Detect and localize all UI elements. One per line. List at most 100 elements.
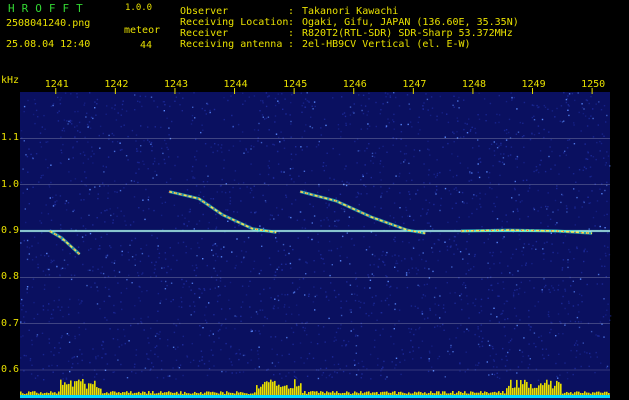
- noise-dot: [267, 96, 269, 98]
- x-tick-label: 1246: [342, 79, 367, 90]
- noise-dot: [561, 267, 564, 269]
- level-bar: [44, 392, 46, 395]
- noise-dot: [445, 271, 447, 273]
- noise-dot: [231, 251, 233, 253]
- noise-dot: [223, 118, 225, 121]
- noise-dot: [551, 150, 553, 153]
- noise-dot: [215, 213, 217, 216]
- noise-dot: [262, 102, 264, 104]
- noise-dot: [250, 163, 252, 165]
- noise-dot: [231, 114, 233, 117]
- noise-dot: [28, 247, 31, 249]
- noise-dot: [531, 262, 533, 265]
- noise-dot: [368, 92, 370, 94]
- noise-dot: [444, 376, 446, 378]
- noise-dot: [175, 359, 178, 361]
- noise-dot: [146, 290, 148, 292]
- noise-dot: [409, 351, 411, 353]
- noise-dot: [26, 188, 28, 190]
- noise-dot: [516, 289, 518, 291]
- noise-dot: [374, 206, 376, 208]
- noise-dot: [318, 140, 320, 143]
- noise-dot: [477, 364, 479, 366]
- noise-dot: [403, 153, 406, 155]
- noise-dot: [50, 351, 52, 353]
- noise-dot: [475, 364, 477, 366]
- noise-dot: [97, 248, 100, 250]
- noise-dot: [382, 260, 384, 263]
- noise-dot: [481, 278, 483, 280]
- noise-dot: [553, 289, 556, 291]
- noise-dot: [458, 191, 461, 193]
- noise-dot: [325, 296, 328, 298]
- noise-dot: [321, 374, 323, 376]
- noise-dot: [375, 295, 377, 297]
- noise-dot: [275, 237, 277, 239]
- noise-dot: [274, 336, 277, 338]
- noise-dot: [129, 224, 132, 226]
- noise-dot: [190, 314, 192, 316]
- noise-dot: [503, 287, 505, 290]
- noise-dot: [147, 168, 149, 170]
- noise-dot: [209, 111, 211, 114]
- noise-dot: [409, 214, 411, 217]
- noise-dot: [429, 231, 432, 234]
- noise-dot: [548, 288, 550, 291]
- noise-dot: [380, 374, 382, 377]
- noise-dot: [51, 364, 53, 367]
- noise-dot: [425, 213, 428, 215]
- noise-dot: [56, 264, 58, 267]
- noise-dot: [38, 181, 40, 183]
- noise-dot: [164, 258, 167, 260]
- noise-dot: [335, 225, 338, 228]
- noise-dot: [296, 288, 299, 290]
- noise-dot: [491, 255, 494, 257]
- noise-dot: [535, 240, 538, 243]
- noise-dot: [45, 158, 47, 161]
- noise-dot: [456, 174, 458, 177]
- noise-dot: [535, 248, 537, 250]
- noise-dot: [431, 345, 433, 347]
- level-bar: [72, 386, 74, 395]
- noise-dot: [379, 171, 381, 174]
- noise-dot: [183, 283, 185, 285]
- noise-dot: [366, 128, 369, 130]
- level-bar: [78, 379, 80, 395]
- noise-dot: [154, 353, 156, 355]
- noise-dot: [138, 207, 140, 209]
- level-bar: [524, 379, 526, 395]
- level-bar: [108, 393, 110, 395]
- noise-dot: [320, 225, 322, 227]
- noise-dot: [74, 335, 76, 338]
- noise-dot: [485, 120, 487, 122]
- noise-dot: [499, 262, 501, 264]
- level-bar: [408, 392, 410, 395]
- level-bar: [392, 391, 394, 395]
- noise-dot: [449, 246, 452, 248]
- noise-dot: [246, 186, 248, 188]
- noise-dot: [360, 179, 362, 181]
- noise-dot: [237, 123, 240, 126]
- noise-dot: [382, 250, 384, 253]
- noise-dot: [595, 158, 597, 161]
- noise-dot: [442, 307, 445, 309]
- noise-dot: [312, 205, 314, 208]
- noise-dot: [306, 262, 308, 264]
- noise-dot: [82, 374, 84, 376]
- noise-dot: [435, 176, 437, 178]
- noise-dot: [317, 191, 319, 194]
- noise-dot: [348, 216, 351, 218]
- noise-dot: [62, 315, 64, 318]
- noise-dot: [276, 268, 278, 271]
- noise-dot: [53, 300, 55, 302]
- noise-dot: [456, 131, 458, 133]
- noise-dot: [337, 220, 339, 222]
- noise-dot: [117, 359, 119, 361]
- y-tick-label: 1.1: [1, 132, 20, 144]
- noise-dot: [92, 117, 94, 120]
- noise-dot: [249, 306, 251, 308]
- noise-dot: [489, 102, 492, 105]
- noise-dot: [578, 311, 580, 313]
- noise-dot: [276, 207, 278, 209]
- noise-dot: [439, 295, 441, 297]
